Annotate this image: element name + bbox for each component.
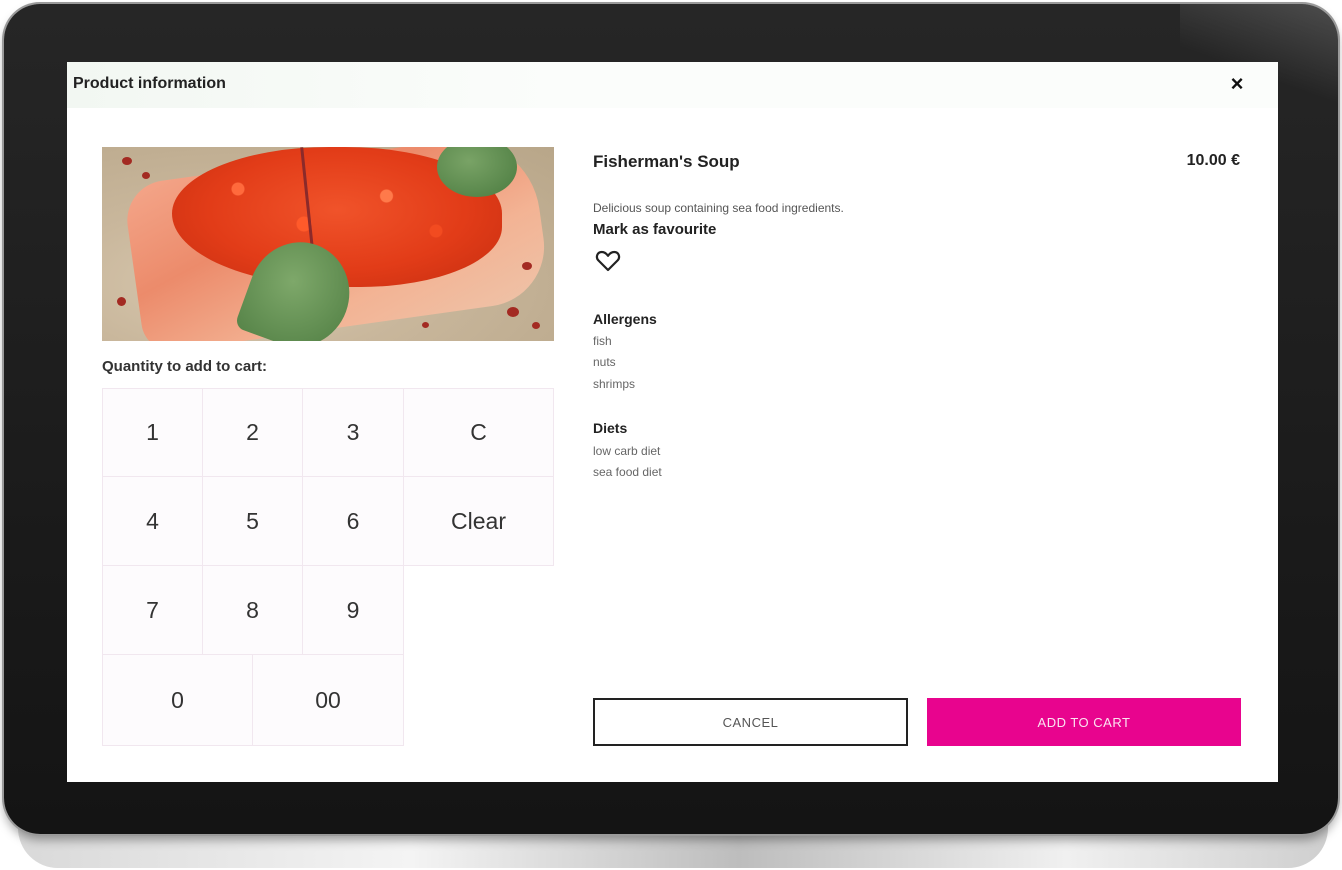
favourite-label: Mark as favourite	[593, 221, 717, 238]
keypad-key-1[interactable]: 1	[102, 388, 203, 477]
keypad-key-5[interactable]: 5	[202, 476, 303, 566]
keypad-key-7[interactable]: 7	[102, 565, 203, 655]
keypad-key-0[interactable]: 0	[102, 654, 253, 746]
spice-dot	[122, 157, 132, 165]
close-icon[interactable]: ×	[1225, 72, 1249, 96]
keypad-key-6[interactable]: 6	[302, 476, 404, 566]
product-dialog: Product information × Quantity to add to…	[67, 62, 1278, 782]
keypad-key-clear[interactable]: Clear	[403, 476, 554, 566]
diet-item: sea food diet	[593, 465, 662, 479]
heart-outline-icon[interactable]	[595, 249, 621, 273]
spice-dot	[422, 322, 429, 328]
keypad-key-3[interactable]: 3	[302, 388, 404, 477]
keypad-key-2[interactable]: 2	[202, 388, 303, 477]
add-to-cart-button[interactable]: ADD TO CART	[927, 698, 1241, 746]
diets-title: Diets	[593, 420, 628, 436]
product-description: Delicious soup containing sea food ingre…	[593, 201, 844, 215]
dialog-header: Product information ×	[67, 62, 1278, 108]
spice-dot	[532, 322, 540, 329]
product-name: Fisherman's Soup	[593, 152, 740, 171]
spice-dot	[507, 307, 519, 317]
diet-item: low carb diet	[593, 444, 661, 458]
keypad-key-backspace[interactable]: C	[403, 388, 554, 477]
spice-dot	[142, 172, 150, 179]
keypad-key-8[interactable]: 8	[202, 565, 303, 655]
allergen-item: fish	[593, 334, 612, 348]
allergen-item: shrimps	[593, 377, 636, 391]
keypad-key-00[interactable]: 00	[252, 654, 404, 746]
allergens-title: Allergens	[593, 311, 657, 327]
keypad-key-4[interactable]: 4	[102, 476, 203, 566]
cancel-button[interactable]: CANCEL	[593, 698, 908, 746]
dialog-title: Product information	[73, 75, 226, 92]
product-image	[102, 147, 554, 341]
spice-dot	[117, 297, 126, 306]
product-price: 10.00 €	[1186, 152, 1240, 169]
allergen-item: nuts	[593, 355, 616, 369]
keypad-key-9[interactable]: 9	[302, 565, 404, 655]
spice-dot	[522, 262, 532, 270]
quantity-label: Quantity to add to cart:	[102, 358, 267, 375]
